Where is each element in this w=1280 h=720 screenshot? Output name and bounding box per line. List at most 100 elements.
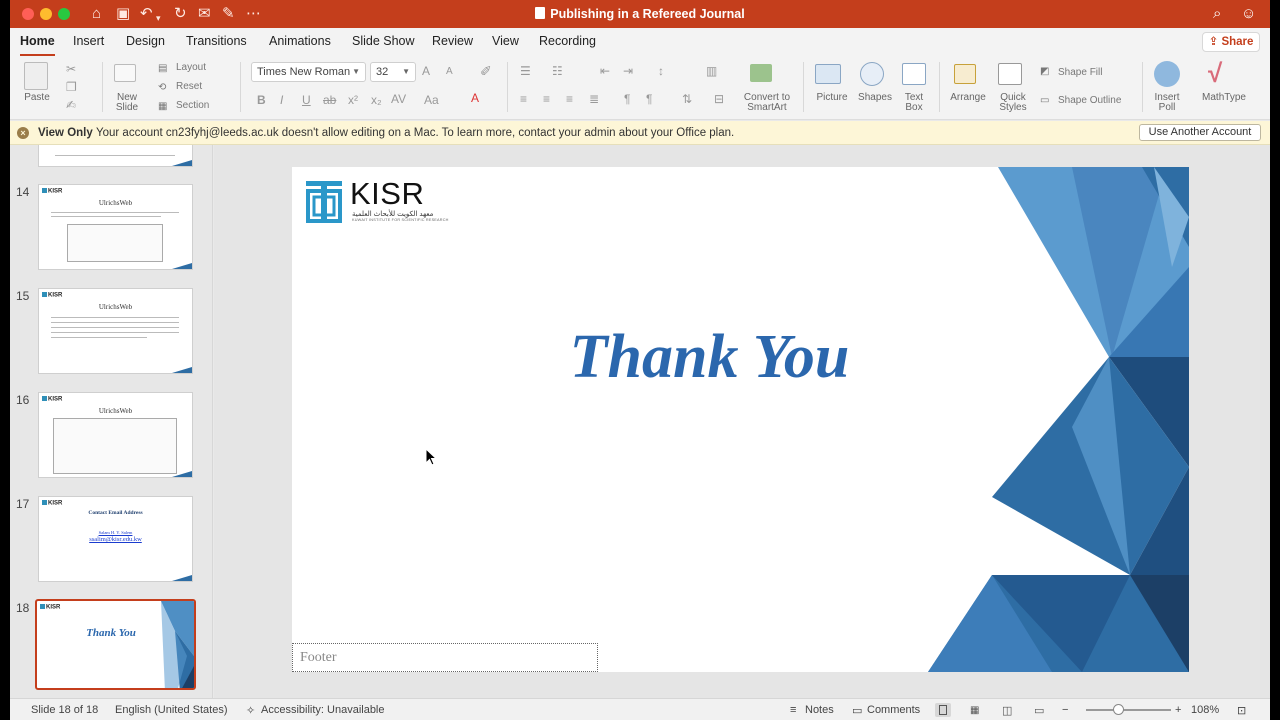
- new-slide-label[interactable]: New Slide: [112, 93, 142, 113]
- normal-view-icon[interactable]: [935, 703, 951, 717]
- slide-thumbnail[interactable]: KISR UlrichsWeb: [38, 288, 193, 374]
- language-indicator[interactable]: English (United States): [115, 704, 228, 716]
- reset-icon[interactable]: ⟲: [158, 82, 166, 93]
- clear-formatting-icon[interactable]: ✐: [480, 63, 492, 80]
- tab-review[interactable]: Review: [432, 34, 473, 48]
- copy-icon[interactable]: ❐: [66, 80, 77, 94]
- strikethrough-icon[interactable]: ab: [323, 93, 336, 107]
- tab-design[interactable]: Design: [126, 34, 165, 48]
- share-button[interactable]: ⇪ Share: [1202, 32, 1260, 52]
- shape-outline-button[interactable]: Shape Outline: [1058, 95, 1121, 106]
- fit-to-window-icon[interactable]: ⊡: [1237, 704, 1246, 717]
- smartart-icon[interactable]: [750, 64, 772, 82]
- reset-button[interactable]: Reset: [176, 81, 202, 92]
- arrange-icon[interactable]: [954, 64, 976, 84]
- picture-icon[interactable]: [815, 64, 841, 84]
- columns-icon[interactable]: ▥: [706, 64, 717, 78]
- increase-font-icon[interactable]: A: [422, 64, 430, 78]
- footer-placeholder[interactable]: Footer: [292, 643, 598, 672]
- paste-label[interactable]: Paste: [22, 93, 52, 103]
- align-left-icon[interactable]: ≡: [520, 92, 527, 106]
- font-name-select[interactable]: Times New Roman ▼: [251, 62, 366, 82]
- shape-fill-button[interactable]: Shape Fill: [1058, 67, 1102, 78]
- tab-animations[interactable]: Animations: [269, 34, 331, 48]
- rtl-icon[interactable]: ¶: [646, 92, 652, 106]
- slide-thumbnail[interactable]: KISR Contact Email Address Salam H. Y. S…: [38, 496, 193, 582]
- zoom-slider-track[interactable]: [1086, 709, 1171, 711]
- decrease-font-icon[interactable]: A: [446, 66, 453, 77]
- shape-fill-icon[interactable]: ◩: [1040, 66, 1049, 77]
- slide-thumbnail[interactable]: KISR UlrichsWeb: [38, 392, 193, 478]
- notes-button[interactable]: Notes: [805, 704, 834, 716]
- slide-heading[interactable]: Thank You: [292, 322, 1127, 393]
- zoom-out-icon[interactable]: −: [1062, 704, 1068, 716]
- underline-icon[interactable]: U: [302, 93, 311, 107]
- cut-icon[interactable]: ✂: [66, 62, 76, 76]
- shapes-icon[interactable]: [860, 62, 884, 86]
- picture-label[interactable]: Picture: [812, 93, 852, 103]
- ltr-icon[interactable]: ¶: [624, 92, 630, 106]
- font-size-select[interactable]: 32 ▼: [370, 62, 416, 82]
- new-slide-icon[interactable]: [114, 64, 136, 82]
- slide-thumbnail[interactable]: KISR UlrichsWeb: [38, 184, 193, 270]
- mathtype-icon[interactable]: √: [1208, 58, 1222, 89]
- character-spacing-icon[interactable]: AV: [391, 92, 406, 106]
- zoom-in-icon[interactable]: +: [1175, 704, 1181, 716]
- bullets-icon[interactable]: ☰: [520, 64, 531, 78]
- change-case-icon[interactable]: Aa: [424, 93, 439, 107]
- poll-icon[interactable]: [1154, 61, 1180, 87]
- bold-icon[interactable]: B: [257, 93, 266, 107]
- slide-sorter-view-icon[interactable]: ▦: [968, 703, 984, 717]
- slide-thumbnail[interactable]: [38, 145, 193, 167]
- zoom-slider-handle[interactable]: [1113, 704, 1124, 715]
- accessibility-status[interactable]: Accessibility: Unavailable: [261, 704, 385, 716]
- superscript-icon[interactable]: x²: [348, 93, 358, 107]
- section-icon[interactable]: ▦: [158, 101, 167, 112]
- search-icon[interactable]: ⌕: [1213, 5, 1221, 22]
- text-box-icon[interactable]: [902, 63, 926, 85]
- zoom-level[interactable]: 108%: [1191, 704, 1219, 716]
- justify-icon[interactable]: ≣: [589, 92, 599, 106]
- align-right-icon[interactable]: ≡: [566, 92, 573, 106]
- tab-view[interactable]: View: [492, 34, 519, 48]
- text-direction-icon[interactable]: ⇅: [682, 92, 692, 106]
- italic-icon[interactable]: I: [280, 93, 283, 107]
- decrease-indent-icon[interactable]: ⇤: [600, 64, 610, 78]
- comments-icon[interactable]: ▭: [852, 704, 862, 717]
- quick-styles-icon[interactable]: [998, 63, 1022, 85]
- line-spacing-icon[interactable]: ↕: [658, 64, 664, 78]
- notes-icon[interactable]: ≡: [790, 704, 796, 716]
- increase-indent-icon[interactable]: ⇥: [623, 64, 633, 78]
- quick-styles-label[interactable]: Quick Styles: [995, 93, 1031, 113]
- layout-button[interactable]: Layout: [176, 62, 206, 73]
- paste-icon[interactable]: [24, 62, 48, 90]
- subscript-icon[interactable]: x₂: [371, 93, 382, 107]
- layout-icon[interactable]: ▤: [158, 63, 167, 74]
- tab-recording[interactable]: Recording: [539, 34, 596, 48]
- tab-home[interactable]: Home: [20, 34, 55, 57]
- reading-view-icon[interactable]: ◫: [1000, 703, 1016, 717]
- text-box-label[interactable]: Text Box: [899, 93, 929, 113]
- font-color-icon[interactable]: A: [471, 91, 479, 105]
- account-icon[interactable]: ☺: [1241, 5, 1256, 22]
- current-slide[interactable]: KISR معهد الكويت للأبحاث العلمية KUWAIT …: [292, 167, 1189, 672]
- section-button[interactable]: Section: [176, 100, 209, 111]
- tab-insert[interactable]: Insert: [73, 34, 104, 48]
- accessibility-icon[interactable]: ✧: [246, 704, 255, 717]
- shapes-label[interactable]: Shapes: [856, 93, 894, 103]
- tab-slide-show[interactable]: Slide Show: [352, 34, 415, 48]
- slide-thumbnail-selected[interactable]: KISR Thank You: [35, 599, 196, 690]
- shape-outline-icon[interactable]: ▭: [1040, 95, 1049, 106]
- slide-show-view-icon[interactable]: ▭: [1032, 703, 1048, 717]
- arrange-label[interactable]: Arrange: [948, 93, 988, 103]
- insert-poll-label[interactable]: Insert Poll: [1149, 93, 1185, 113]
- format-painter-icon[interactable]: ✍: [66, 98, 76, 112]
- use-another-account-button[interactable]: Use Another Account: [1139, 124, 1261, 141]
- numbering-icon[interactable]: ☷: [552, 64, 563, 78]
- comments-button[interactable]: Comments: [867, 704, 920, 716]
- close-banner-icon[interactable]: ×: [17, 127, 29, 139]
- mathtype-label[interactable]: MathType: [1190, 93, 1258, 103]
- align-center-icon[interactable]: ≡: [543, 92, 550, 106]
- convert-smartart-label[interactable]: Convert to SmartArt: [740, 93, 794, 113]
- slide-thumbnails-pane[interactable]: 14 KISR UlrichsWeb 15 KISR UlrichsWeb 16…: [10, 145, 213, 698]
